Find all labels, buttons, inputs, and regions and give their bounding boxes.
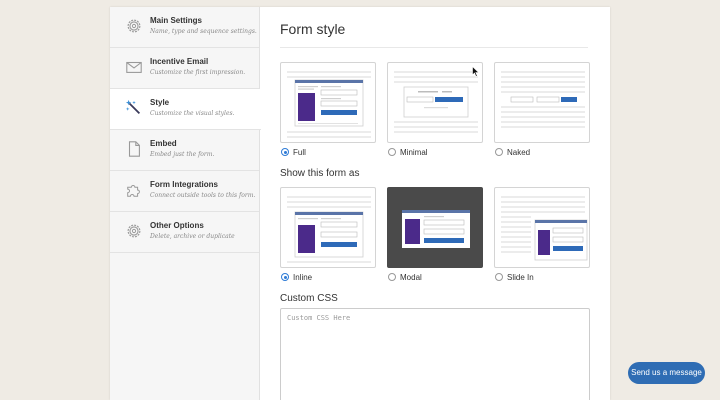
form-style-full-card[interactable] [280,62,376,143]
sidebar-item-title: Form Integrations [150,180,219,189]
sidebar-item-main-settings[interactable]: Main Settings Name, type and sequence se… [110,7,259,48]
puzzle-icon [127,185,140,197]
form-style-full-option[interactable]: Full [281,148,306,157]
radio-button[interactable] [495,148,503,156]
sidebar-item-incentive-email[interactable]: Incentive Email Customize the first impr… [110,48,259,89]
page-title: Form style [280,21,346,37]
mouse-cursor-icon [472,66,480,77]
show-as-label: Show this form as [280,168,360,179]
show-as-inline-option[interactable]: Inline [281,273,312,282]
option-label: Naked [507,148,531,157]
sidebar-item-subtitle: Delete, archive or duplicate [150,233,235,240]
sidebar-item-style[interactable]: Style Customize the visual styles. [110,89,261,130]
custom-css-label: Custom CSS [280,293,338,304]
show-as-modal-option[interactable]: Modal [388,273,422,282]
radio-button[interactable] [281,148,289,156]
option-label: Minimal [400,148,428,157]
show-as-inline-card[interactable] [280,187,376,268]
modal-form-preview [402,210,470,248]
envelope-icon [126,61,142,73]
custom-css-field[interactable] [280,308,590,400]
custom-css-input[interactable] [281,309,589,400]
form-style-naked-card[interactable] [494,62,590,143]
form-style-naked-option[interactable]: Naked [495,148,530,157]
document-icon [128,141,140,157]
sidebar-item-title: Style [150,98,170,107]
magic-wand-icon [125,99,141,115]
sidebar-item-subtitle: Connect outside tools to this form. [150,192,256,199]
radio-button[interactable] [388,148,396,156]
show-as-modal-card[interactable] [387,187,483,268]
settings-panel: Main Settings Name, type and sequence se… [110,7,610,400]
form-style-minimal-option[interactable]: Minimal [388,148,428,157]
send-message-button[interactable]: Send us a message [628,362,705,384]
option-label: Modal [400,273,422,282]
sidebar-item-subtitle: Customize the first impression. [150,69,246,76]
sidebar-item-subtitle: Customize the visual styles. [150,110,235,117]
radio-button[interactable] [281,273,289,281]
sidebar-item-embed[interactable]: Embed Embed just the form. [110,130,259,171]
option-label: Slide In [507,273,534,282]
sidebar-item-title: Main Settings [150,16,203,25]
sidebar-item-form-integrations[interactable]: Form Integrations Connect outside tools … [110,171,259,212]
gear-icon [127,19,141,33]
option-label: Inline [293,273,313,282]
style-settings: Form style Full Minimal Naked Show this … [260,7,610,400]
settings-sidebar: Main Settings Name, type and sequence se… [110,7,261,400]
sidebar-item-subtitle: Embed just the form. [150,151,215,158]
radio-button[interactable] [388,273,396,281]
radio-button[interactable] [495,273,503,281]
form-style-minimal-card[interactable] [387,62,483,143]
gear-icon [127,224,141,238]
option-label: Full [293,148,306,157]
minimal-form-preview [394,71,478,133]
show-as-slide-in-card[interactable] [494,187,590,268]
full-form-preview [287,71,371,138]
show-as-slide-in-option[interactable]: Slide In [495,273,534,282]
slide-in-form-preview [501,196,588,261]
sidebar-item-title: Other Options [150,221,204,230]
divider [280,47,588,48]
sidebar-item-other-options[interactable]: Other Options Delete, archive or duplica… [110,212,259,253]
sidebar-item-title: Incentive Email [150,57,209,66]
sidebar-item-title: Embed [150,139,177,148]
sidebar-item-subtitle: Name, type and sequence settings. [150,28,257,35]
naked-form-preview [501,71,585,128]
inline-form-preview [287,196,371,263]
